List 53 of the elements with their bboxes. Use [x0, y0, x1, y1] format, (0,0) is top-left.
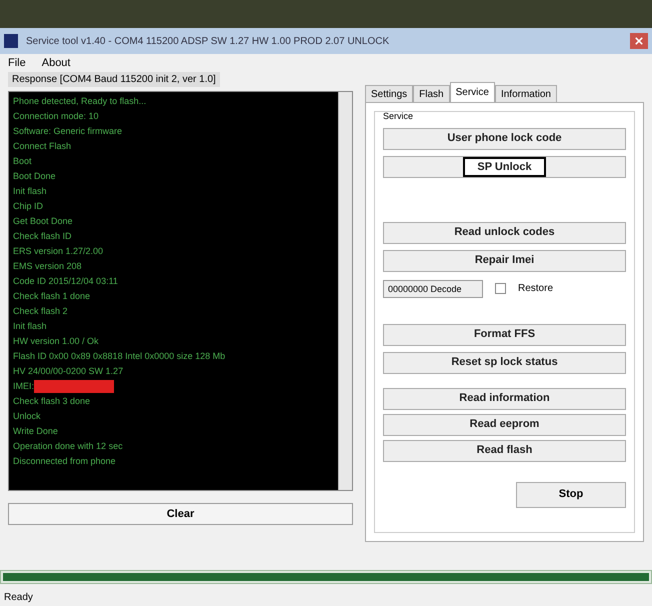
log-line: Boot — [13, 154, 32, 168]
log-line: Init flash — [13, 184, 47, 198]
group-label: Service — [383, 110, 414, 123]
log-line: EMS version 208 — [13, 260, 82, 273]
response-label: Response [COM4 Baud 115200 init 2, ver 1.0] — [8, 72, 220, 87]
log-line: Connection mode: 10 — [13, 110, 99, 123]
action-button[interactable]: Read eeprom — [383, 414, 626, 436]
tab[interactable]: Flash — [413, 85, 450, 102]
menu-item[interactable]: About — [42, 54, 70, 72]
log-line: Init flash — [13, 320, 47, 333]
log-line: Check flash 1 done — [13, 290, 90, 303]
log-line: HW version 1.00 / Ok — [13, 334, 99, 348]
log-line: Connect Flash — [13, 140, 72, 153]
restore-label: Restore — [518, 282, 554, 296]
menu-item[interactable]: File — [8, 54, 26, 72]
action-button[interactable]: Read information — [383, 388, 626, 410]
log-line: Phone detected, Ready to flash... — [13, 94, 146, 108]
log-line: Check flash 3 done — [13, 394, 90, 408]
log-line: Chip ID — [13, 200, 44, 213]
log-line: Operation done with 12 sec — [13, 440, 123, 453]
log-line: ERS version 1.27/2.00 — [13, 244, 104, 258]
log-line: Disconnected from phone — [13, 454, 116, 468]
action-button[interactable]: User phone lock code — [383, 128, 626, 150]
action-button[interactable]: Repair Imei — [383, 250, 626, 272]
log-line: Get Boot Done — [13, 214, 73, 228]
log-line: Flash ID 0x00 0x89 0x8818 Intel 0x0000 size 128 Mb — [13, 350, 226, 363]
tab[interactable]: Service — [450, 82, 495, 102]
action-button[interactable]: Reset sp lock status — [383, 352, 626, 374]
log-line: Software: Generic firmware — [13, 124, 122, 138]
tab[interactable]: Settings — [365, 85, 414, 102]
action-button[interactable]: Read unlock codes — [383, 222, 626, 244]
log-line: Check flash 2 — [13, 304, 68, 318]
scrollbar[interactable] — [338, 92, 352, 490]
close-button[interactable] — [630, 33, 648, 49]
log-line: IMEI: — [13, 380, 34, 393]
action-button[interactable]: SP Unlock — [383, 156, 626, 178]
tab[interactable]: Information — [494, 85, 557, 102]
app-icon — [4, 34, 18, 48]
log-line: Unlock — [13, 410, 41, 423]
window-title: Service tool v1.40 - COM4 115200 ADSP SW 1.27 HW 1.00 PROD 2.07 UNLOCK — [26, 34, 390, 48]
imei-field[interactable]: 00000000 Decode — [383, 280, 483, 298]
log-line: HV 24/00/00-0200 SW 1.27 — [13, 364, 124, 378]
log-line: Code ID 2015/12/04 03:11 — [13, 274, 118, 288]
action-button[interactable]: Read flash — [383, 440, 626, 462]
status-text: Ready — [4, 590, 33, 604]
log-line: Check flash ID — [13, 230, 72, 243]
log-line: Boot Done — [13, 170, 56, 183]
action-button[interactable]: Format FFS — [383, 324, 626, 346]
log-line: Write Done — [13, 424, 58, 438]
close-icon — [635, 37, 643, 45]
checkbox[interactable] — [495, 283, 506, 294]
clear-button[interactable]: Clear — [8, 503, 353, 525]
stop-button[interactable]: Stop — [516, 482, 626, 508]
